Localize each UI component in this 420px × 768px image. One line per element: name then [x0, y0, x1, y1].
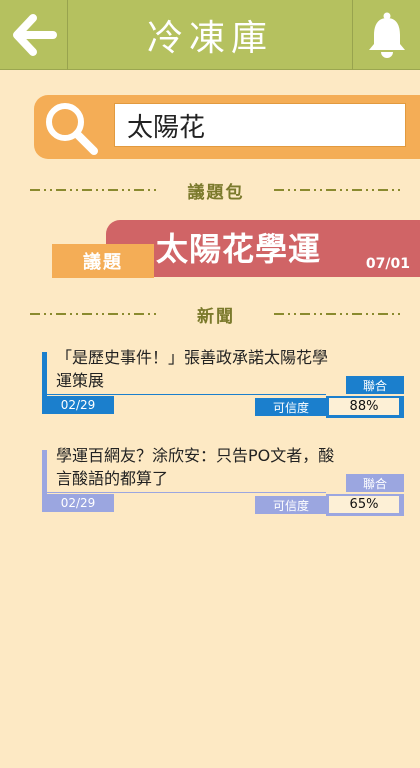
news-underline: [42, 492, 326, 493]
topic-tag: 議題: [52, 244, 154, 278]
topic-pack-divider: 議題包: [30, 180, 402, 203]
divider-line-right: [274, 189, 402, 191]
credibility-label: 可信度: [255, 398, 327, 416]
page-title: 冷凍庫: [146, 18, 273, 59]
credibility-value: 65%: [329, 496, 399, 513]
notifications-button[interactable]: [352, 0, 420, 70]
app-header: 冷凍庫: [0, 0, 420, 70]
news-divider: 新聞: [30, 304, 402, 327]
news-heading: 新聞: [197, 306, 235, 327]
divider-line-left: [30, 313, 158, 315]
news-headline: 學運百網友？涂欣安：只告PO文者，酸言酸語的都算了: [56, 446, 335, 488]
search-bar: [34, 95, 420, 159]
topic-pack-heading: 議題包: [187, 182, 245, 203]
divider-line-right: [274, 313, 402, 315]
credibility-label: 可信度: [255, 496, 327, 514]
news-accent-bar: [42, 352, 47, 396]
search-input[interactable]: [114, 103, 406, 147]
news-item[interactable]: 學運百網友？涂欣安：只告PO文者，酸言酸語的都算了 02/29 可信度 聯合 6…: [0, 440, 420, 520]
credibility-box: 88%: [326, 396, 404, 418]
arrow-left-icon: [12, 14, 57, 56]
back-button[interactable]: [0, 0, 68, 70]
news-date: 02/29: [42, 494, 114, 512]
credibility-value: 88%: [329, 398, 399, 415]
news-date: 02/29: [42, 396, 114, 414]
search-icon[interactable]: [42, 99, 100, 157]
news-source-badge: 聯合: [346, 474, 404, 492]
topic-title: 太陽花學運: [156, 230, 322, 268]
news-accent-bar: [42, 450, 47, 494]
topic-date: 07/01: [365, 256, 410, 272]
news-headline: 「是歷史事件！」張善政承諾太陽花學運策展: [56, 348, 329, 390]
news-source-badge: 聯合: [346, 376, 404, 394]
news-item[interactable]: 「是歷史事件！」張善政承諾太陽花學運策展 02/29 可信度 聯合 88%: [0, 342, 420, 422]
news-underline: [42, 394, 326, 395]
bell-icon: [368, 12, 405, 58]
credibility-box: 65%: [326, 494, 404, 516]
divider-line-left: [30, 189, 158, 191]
